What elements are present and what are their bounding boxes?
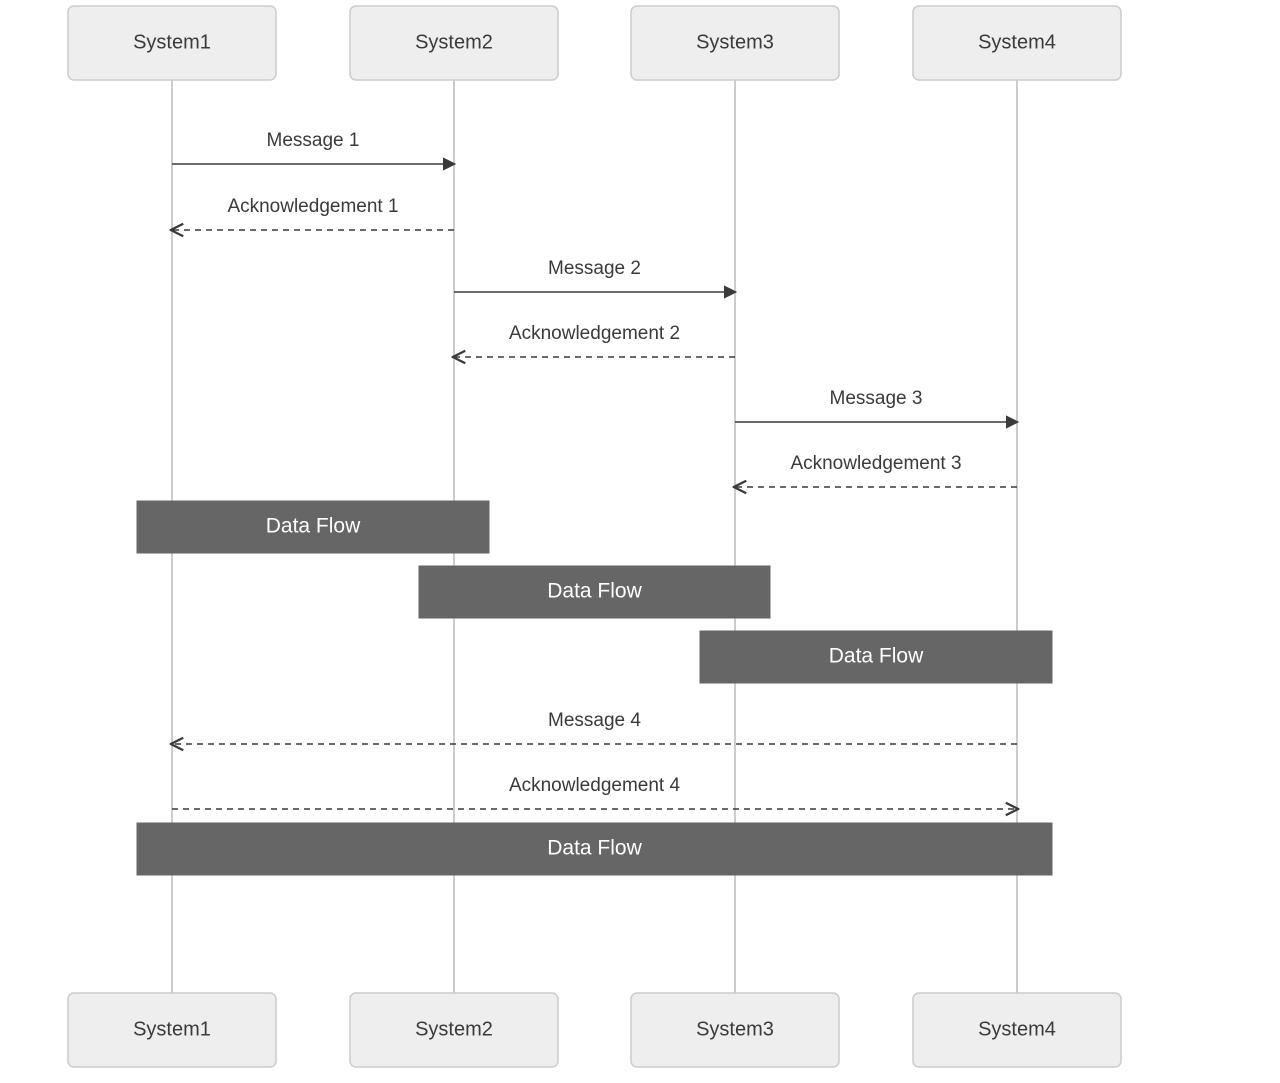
message-label: Acknowledgement 3 <box>790 453 961 474</box>
note-label: Data Flow <box>266 515 361 538</box>
participant-label-s2: System2 <box>415 31 493 53</box>
message-label: Acknowledgement 2 <box>509 323 680 344</box>
participant-label-s1: System1 <box>133 31 211 53</box>
message-label: Acknowledgement 1 <box>227 196 398 217</box>
participant-label-s3: System3 <box>696 31 774 53</box>
note-label: Data Flow <box>547 580 642 603</box>
message-label: Message 2 <box>548 258 641 279</box>
participant-label-s2: System2 <box>415 1018 493 1040</box>
diagram-svg: Message 1 Acknowledgement 1 Message 2 Ackno… <box>0 0 1280 1083</box>
note-label: Data Flow <box>547 837 642 860</box>
message-label: Acknowledgement 4 <box>509 775 681 796</box>
message-label: Message 4 <box>548 710 641 731</box>
message-label: Message 1 <box>267 130 360 151</box>
participant-label-s3: System3 <box>696 1018 774 1040</box>
message-label: Message 3 <box>830 388 923 409</box>
participant-label-s4: System4 <box>978 1018 1056 1040</box>
sequence-diagram: Message 1 Acknowledgement 1 Message 2 Ackno… <box>0 0 1280 1083</box>
participant-label-s4: System4 <box>978 31 1056 53</box>
participant-label-s1: System1 <box>133 1018 211 1040</box>
note-label: Data Flow <box>829 645 924 668</box>
